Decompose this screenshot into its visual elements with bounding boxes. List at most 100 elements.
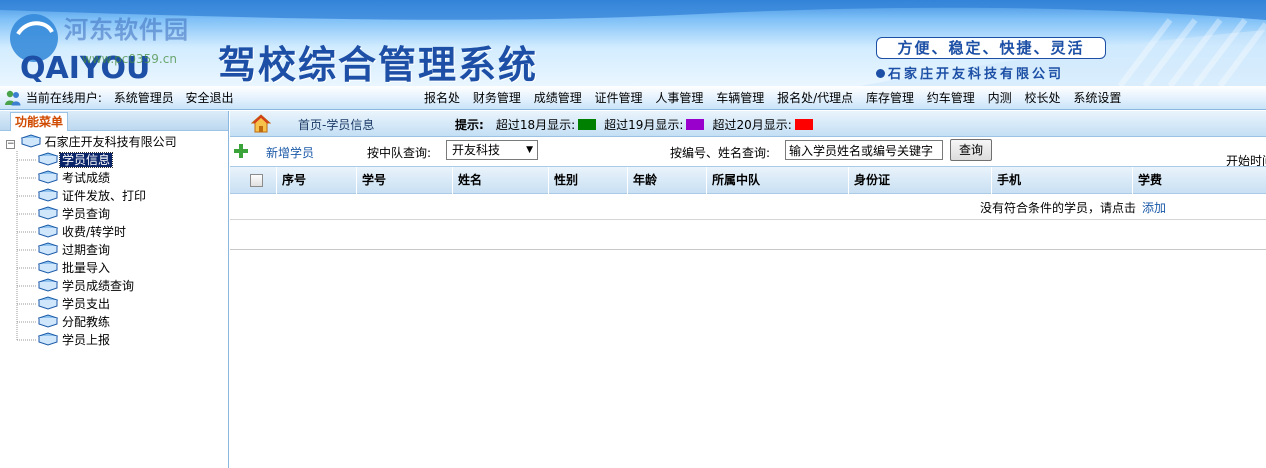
sidebar-item[interactable]: 过期查询 — [0, 241, 228, 259]
top-menu-bar: 当前在线用户: 系统管理员 安全退出 报名处 财务管理 成绩管理 证件管理 人事… — [0, 86, 1266, 110]
sidebar-item[interactable]: 批量导入 — [0, 259, 228, 277]
menu-system-settings[interactable]: 系统设置 — [1073, 91, 1121, 105]
book-icon — [38, 332, 58, 346]
sidebar-item-label: 学员支出 — [62, 297, 111, 311]
team-filter-label: 按中队查询: — [367, 146, 432, 160]
book-icon — [38, 170, 58, 184]
company-name: 石家庄开友科技有限公司 — [876, 63, 1064, 82]
tree-connector — [16, 169, 36, 187]
tree-connector — [16, 295, 36, 313]
plus-icon[interactable] — [234, 144, 248, 158]
empty-message-text: 没有符合条件的学员，请点击 — [980, 201, 1137, 215]
table-header: 序号 学号 姓名 性别 年龄 所属中队 身份证 手机 学费 — [230, 166, 1266, 194]
empty-message: 没有符合条件的学员，请点击 添加 — [980, 199, 1166, 216]
query-button[interactable]: 查询 — [950, 139, 992, 161]
sidebar-item-label: 过期查询 — [62, 243, 111, 257]
book-icon — [38, 152, 58, 166]
menu-certificates[interactable]: 证件管理 — [595, 91, 643, 105]
main-content: 首页-学员信息 提示: 超过18月显示: 超过19月显示: 超过20月显示: 新增学员… — [230, 111, 1266, 468]
main-menu: 报名处 财务管理 成绩管理 证件管理 人事管理 车辆管理 报名处/代理点 库存管… — [424, 89, 1130, 107]
menu-agent-points[interactable]: 报名处/代理点 — [777, 91, 853, 105]
breadcrumb-bar: 首页-学员信息 提示: 超过18月显示: 超过19月显示: 超过20月显示: — [230, 111, 1266, 137]
sidebar-item[interactable]: 收费/转学时 — [0, 223, 228, 241]
hint-19-swatch — [686, 119, 705, 130]
col-phone[interactable]: 手机 — [991, 167, 1132, 194]
tree-connector — [16, 223, 36, 241]
empty-result-row: 没有符合条件的学员，请点击 添加 — [230, 194, 1266, 220]
menu-internal-test[interactable]: 内测 — [988, 91, 1012, 105]
slogan: 方便、稳定、快捷、灵活 — [876, 37, 1106, 59]
company-name-text: 石家庄开友科技有限公司 — [888, 67, 1065, 82]
sidebar-item[interactable]: 学员查询 — [0, 205, 228, 223]
col-gender[interactable]: 性别 — [548, 167, 627, 194]
keyword-filter-label: 按编号、姓名查询: — [670, 146, 771, 160]
book-icon — [38, 206, 58, 220]
sidebar-item[interactable]: 分配教练 — [0, 313, 228, 331]
menu-inventory[interactable]: 库存管理 — [866, 91, 914, 105]
col-id-card[interactable]: 身份证 — [848, 167, 991, 194]
col-seq[interactable]: 序号 — [276, 167, 356, 194]
add-student-link[interactable]: 新增学员 — [266, 144, 314, 161]
sidebar-item-label: 学员信息 — [58, 152, 114, 168]
sidebar-item-label: 证件发放、打印 — [62, 189, 147, 203]
menu-principal[interactable]: 校长处 — [1024, 91, 1060, 105]
watermark-url: www.pc0359.cn — [82, 52, 177, 66]
tree-connector — [16, 331, 36, 341]
hint-20-label: 超过20月显示: — [712, 118, 792, 132]
tree-connector — [16, 205, 36, 223]
sidebar-item-label: 收费/转学时 — [62, 225, 127, 239]
system-title: 驾校综合管理系统 — [218, 43, 539, 86]
select-all-checkbox[interactable] — [250, 174, 263, 187]
sidebar-item[interactable]: 学员支出 — [0, 295, 228, 313]
dropdown-arrow-icon: ▼ — [526, 145, 533, 155]
col-team[interactable]: 所属中队 — [706, 167, 848, 194]
home-icon[interactable] — [251, 114, 271, 133]
empty-add-link[interactable]: 添加 — [1142, 201, 1166, 215]
sidebar-item-label: 考试成绩 — [62, 171, 111, 185]
sidebar-item-label: 学员成绩查询 — [62, 279, 135, 293]
keyword-input[interactable] — [785, 140, 943, 160]
hint-19-label: 超过19月显示: — [604, 118, 684, 132]
hint-legend: 提示: 超过18月显示: 超过19月显示: 超过20月显示: — [455, 116, 821, 133]
tree-connector — [16, 277, 36, 295]
book-icon — [38, 314, 58, 328]
book-icon — [38, 224, 58, 238]
tree-connector — [16, 259, 36, 277]
col-tuition[interactable]: 学费 — [1132, 167, 1257, 194]
menu-booking[interactable]: 约车管理 — [927, 91, 975, 105]
tree-connector — [16, 241, 36, 259]
tree-connector — [16, 187, 36, 205]
col-student-no[interactable]: 学号 — [356, 167, 452, 194]
col-age[interactable]: 年龄 — [627, 167, 706, 194]
tree-root[interactable]: − 石家庄开友科技有限公司 — [0, 133, 228, 151]
sidebar-title-tab[interactable]: 功能菜单 — [10, 112, 69, 131]
book-icon — [20, 134, 42, 148]
sidebar-item-label: 学员查询 — [62, 207, 111, 221]
online-user-label: 当前在线用户: — [25, 91, 102, 105]
menu-finance[interactable]: 财务管理 — [473, 91, 521, 105]
menu-personnel[interactable]: 人事管理 — [655, 91, 703, 105]
sidebar-item[interactable]: 学员成绩查询 — [0, 277, 228, 295]
sidebar-item[interactable]: 学员信息 — [0, 151, 228, 169]
team-select[interactable]: 开友科技 ▼ — [446, 140, 538, 160]
hint-label: 提示: — [455, 118, 484, 132]
hint-18-label: 超过18月显示: — [495, 118, 576, 132]
menu-registration[interactable]: 报名处 — [424, 91, 460, 105]
hint-20-swatch — [794, 119, 813, 130]
book-icon — [38, 188, 58, 202]
menu-scores[interactable]: 成绩管理 — [534, 91, 582, 105]
sidebar-item-label: 学员上报 — [62, 333, 111, 347]
users-icon — [5, 90, 21, 106]
sidebar: 功能菜单 − 石家庄开友科技有限公司 学员信息考试成绩证件发放、打印 学员查询收费… — [0, 111, 229, 468]
sidebar-item[interactable]: 考试成绩 — [0, 169, 228, 187]
sidebar-item[interactable]: 学员上报 — [0, 331, 228, 349]
sidebar-item[interactable]: 证件发放、打印 — [0, 187, 228, 205]
col-name[interactable]: 姓名 — [452, 167, 548, 194]
collapse-icon[interactable]: − — [6, 140, 15, 149]
sidebar-header: 功能菜单 — [0, 111, 228, 131]
team-select-value: 开友科技 — [452, 143, 501, 157]
logout-link[interactable]: 安全退出 — [186, 91, 234, 105]
header-banner: QAIYOU 河东软件园 www.pc0359.cn 驾校综合管理系统 方便、稳… — [0, 0, 1266, 86]
menu-vehicles[interactable]: 车辆管理 — [716, 91, 764, 105]
table-blank-row — [230, 220, 1266, 250]
